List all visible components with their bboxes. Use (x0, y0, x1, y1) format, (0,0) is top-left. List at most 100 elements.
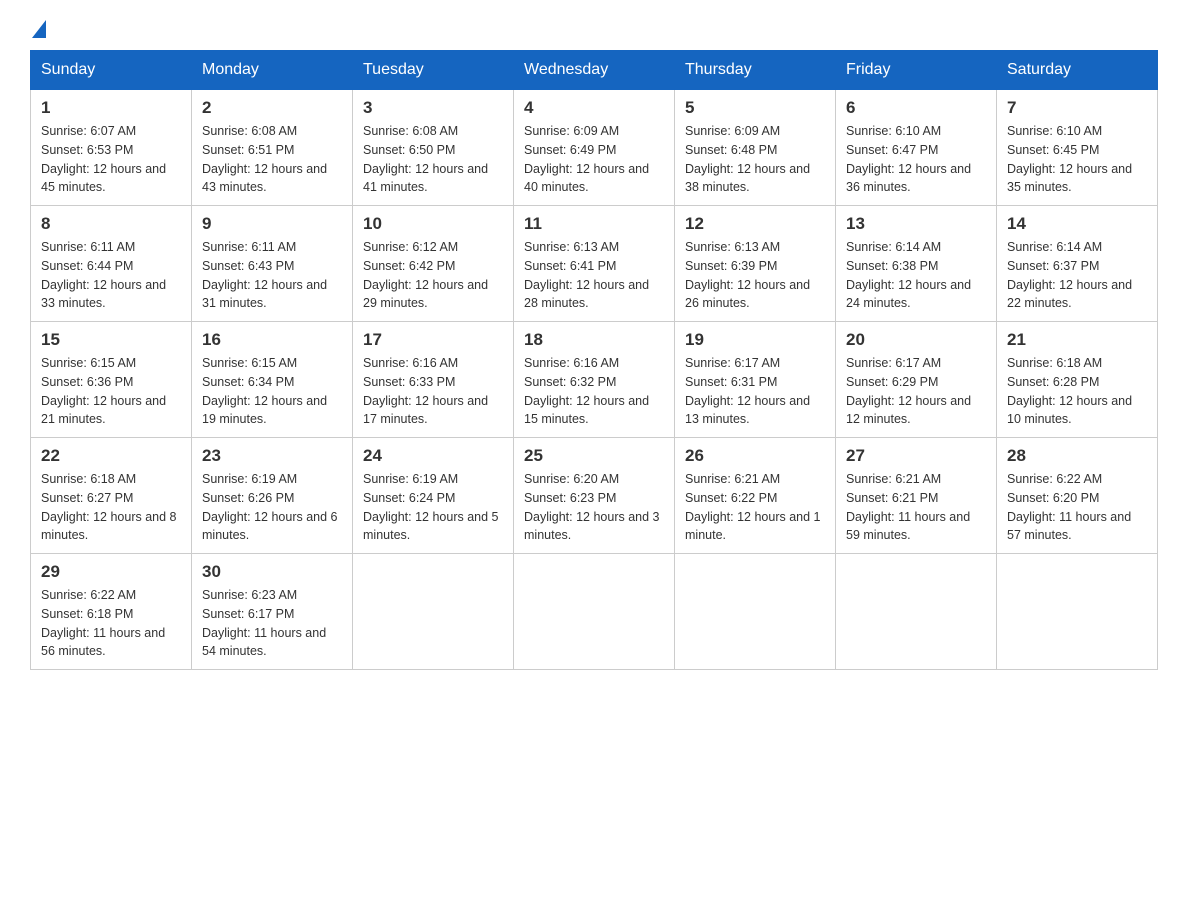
day-number: 16 (202, 330, 342, 350)
calendar-header: SundayMondayTuesdayWednesdayThursdayFrid… (31, 51, 1158, 90)
calendar-cell: 14 Sunrise: 6:14 AMSunset: 6:37 PMDayligh… (997, 206, 1158, 322)
day-number: 8 (41, 214, 181, 234)
calendar-cell: 29Sunrise: 6:22 AMSunset: 6:18 PMDayligh… (31, 554, 192, 670)
day-number: 2 (202, 98, 342, 118)
calendar-cell: 6 Sunrise: 6:10 AMSunset: 6:47 PMDaylight… (836, 90, 997, 206)
calendar-cell: 25 Sunrise: 6:20 AMSunset: 6:23 PMDayligh… (514, 438, 675, 554)
day-number: 21 (1007, 330, 1147, 350)
calendar-cell: 20 Sunrise: 6:17 AMSunset: 6:29 PMDayligh… (836, 322, 997, 438)
day-info: Sunrise: 6:15 AMSunset: 6:34 PMDaylight:… (202, 354, 342, 429)
calendar-cell (675, 554, 836, 670)
calendar-cell (997, 554, 1158, 670)
day-info: Sunrise: 6:09 AMSunset: 6:49 PMDaylight:… (524, 122, 664, 197)
calendar-cell: 7 Sunrise: 6:10 AMSunset: 6:45 PMDaylight… (997, 90, 1158, 206)
day-info: Sunrise: 6:22 AMSunset: 6:20 PMDaylight:… (1007, 470, 1147, 545)
day-number: 23 (202, 446, 342, 466)
day-info: Sunrise: 6:18 AMSunset: 6:28 PMDaylight:… (1007, 354, 1147, 429)
calendar-cell: 15 Sunrise: 6:15 AMSunset: 6:36 PMDayligh… (31, 322, 192, 438)
calendar-cell: 10Sunrise: 6:12 AMSunset: 6:42 PMDayligh… (353, 206, 514, 322)
day-number: 25 (524, 446, 664, 466)
page-header (30, 20, 1158, 34)
day-info: Sunrise: 6:15 AMSunset: 6:36 PMDaylight:… (41, 354, 181, 429)
day-info: Sunrise: 6:10 AMSunset: 6:45 PMDaylight:… (1007, 122, 1147, 197)
day-number: 7 (1007, 98, 1147, 118)
day-number: 6 (846, 98, 986, 118)
day-info: Sunrise: 6:21 AMSunset: 6:22 PMDaylight:… (685, 470, 825, 545)
day-info: Sunrise: 6:09 AMSunset: 6:48 PMDaylight:… (685, 122, 825, 197)
day-number: 13 (846, 214, 986, 234)
calendar-cell: 27 Sunrise: 6:21 AMSunset: 6:21 PMDayligh… (836, 438, 997, 554)
day-info: Sunrise: 6:11 AMSunset: 6:43 PMDaylight:… (202, 238, 342, 313)
day-info: Sunrise: 6:16 AMSunset: 6:32 PMDaylight:… (524, 354, 664, 429)
calendar-cell (836, 554, 997, 670)
day-info: Sunrise: 6:14 AMSunset: 6:38 PMDaylight:… (846, 238, 986, 313)
header-wednesday: Wednesday (514, 51, 675, 90)
header-row: SundayMondayTuesdayWednesdayThursdayFrid… (31, 51, 1158, 90)
week-row-3: 15 Sunrise: 6:15 AMSunset: 6:36 PMDayligh… (31, 322, 1158, 438)
week-row-4: 22 Sunrise: 6:18 AMSunset: 6:27 PMDayligh… (31, 438, 1158, 554)
day-number: 1 (41, 98, 181, 118)
day-number: 15 (41, 330, 181, 350)
day-number: 3 (363, 98, 503, 118)
day-number: 19 (685, 330, 825, 350)
logo (30, 20, 48, 34)
day-number: 5 (685, 98, 825, 118)
calendar-cell: 3Sunrise: 6:08 AMSunset: 6:50 PMDaylight… (353, 90, 514, 206)
day-info: Sunrise: 6:13 AMSunset: 6:41 PMDaylight:… (524, 238, 664, 313)
day-info: Sunrise: 6:21 AMSunset: 6:21 PMDaylight:… (846, 470, 986, 545)
calendar-cell: 24 Sunrise: 6:19 AMSunset: 6:24 PMDayligh… (353, 438, 514, 554)
day-info: Sunrise: 6:17 AMSunset: 6:29 PMDaylight:… (846, 354, 986, 429)
day-number: 10 (363, 214, 503, 234)
calendar-cell (514, 554, 675, 670)
day-number: 14 (1007, 214, 1147, 234)
day-info: Sunrise: 6:22 AMSunset: 6:18 PMDaylight:… (41, 586, 181, 661)
day-number: 12 (685, 214, 825, 234)
day-number: 17 (363, 330, 503, 350)
day-number: 27 (846, 446, 986, 466)
calendar-cell: 13 Sunrise: 6:14 AMSunset: 6:38 PMDayligh… (836, 206, 997, 322)
header-monday: Monday (192, 51, 353, 90)
header-friday: Friday (836, 51, 997, 90)
day-number: 9 (202, 214, 342, 234)
day-info: Sunrise: 6:13 AMSunset: 6:39 PMDaylight:… (685, 238, 825, 313)
day-number: 30 (202, 562, 342, 582)
day-info: Sunrise: 6:23 AMSunset: 6:17 PMDaylight:… (202, 586, 342, 661)
day-info: Sunrise: 6:20 AMSunset: 6:23 PMDaylight:… (524, 470, 664, 545)
header-sunday: Sunday (31, 51, 192, 90)
calendar-cell: 26 Sunrise: 6:21 AMSunset: 6:22 PMDayligh… (675, 438, 836, 554)
day-number: 28 (1007, 446, 1147, 466)
logo-triangle-icon (32, 20, 46, 38)
calendar-cell: 2 Sunrise: 6:08 AMSunset: 6:51 PMDaylight… (192, 90, 353, 206)
day-number: 24 (363, 446, 503, 466)
calendar-cell: 11 Sunrise: 6:13 AMSunset: 6:41 PMDayligh… (514, 206, 675, 322)
calendar-cell: 21 Sunrise: 6:18 AMSunset: 6:28 PMDayligh… (997, 322, 1158, 438)
day-info: Sunrise: 6:18 AMSunset: 6:27 PMDaylight:… (41, 470, 181, 545)
calendar-cell: 5 Sunrise: 6:09 AMSunset: 6:48 PMDaylight… (675, 90, 836, 206)
day-info: Sunrise: 6:17 AMSunset: 6:31 PMDaylight:… (685, 354, 825, 429)
day-info: Sunrise: 6:19 AMSunset: 6:24 PMDaylight:… (363, 470, 503, 545)
calendar-cell: 8Sunrise: 6:11 AMSunset: 6:44 PMDaylight… (31, 206, 192, 322)
day-info: Sunrise: 6:19 AMSunset: 6:26 PMDaylight:… (202, 470, 342, 545)
calendar-cell: 23 Sunrise: 6:19 AMSunset: 6:26 PMDayligh… (192, 438, 353, 554)
calendar-cell: 16 Sunrise: 6:15 AMSunset: 6:34 PMDayligh… (192, 322, 353, 438)
week-row-2: 8Sunrise: 6:11 AMSunset: 6:44 PMDaylight… (31, 206, 1158, 322)
day-number: 18 (524, 330, 664, 350)
week-row-1: 1 Sunrise: 6:07 AMSunset: 6:53 PMDaylight… (31, 90, 1158, 206)
calendar-cell: 12 Sunrise: 6:13 AMSunset: 6:39 PMDayligh… (675, 206, 836, 322)
calendar-cell: 19 Sunrise: 6:17 AMSunset: 6:31 PMDayligh… (675, 322, 836, 438)
calendar-body: 1 Sunrise: 6:07 AMSunset: 6:53 PMDaylight… (31, 90, 1158, 670)
calendar-cell: 4 Sunrise: 6:09 AMSunset: 6:49 PMDaylight… (514, 90, 675, 206)
day-info: Sunrise: 6:14 AMSunset: 6:37 PMDaylight:… (1007, 238, 1147, 313)
calendar-cell: 17Sunrise: 6:16 AMSunset: 6:33 PMDayligh… (353, 322, 514, 438)
header-saturday: Saturday (997, 51, 1158, 90)
calendar-cell: 28 Sunrise: 6:22 AMSunset: 6:20 PMDayligh… (997, 438, 1158, 554)
day-info: Sunrise: 6:08 AMSunset: 6:51 PMDaylight:… (202, 122, 342, 197)
day-number: 20 (846, 330, 986, 350)
calendar-cell: 18 Sunrise: 6:16 AMSunset: 6:32 PMDayligh… (514, 322, 675, 438)
day-number: 26 (685, 446, 825, 466)
day-info: Sunrise: 6:07 AMSunset: 6:53 PMDaylight:… (41, 122, 181, 197)
day-number: 22 (41, 446, 181, 466)
day-info: Sunrise: 6:10 AMSunset: 6:47 PMDaylight:… (846, 122, 986, 197)
day-number: 4 (524, 98, 664, 118)
day-number: 11 (524, 214, 664, 234)
